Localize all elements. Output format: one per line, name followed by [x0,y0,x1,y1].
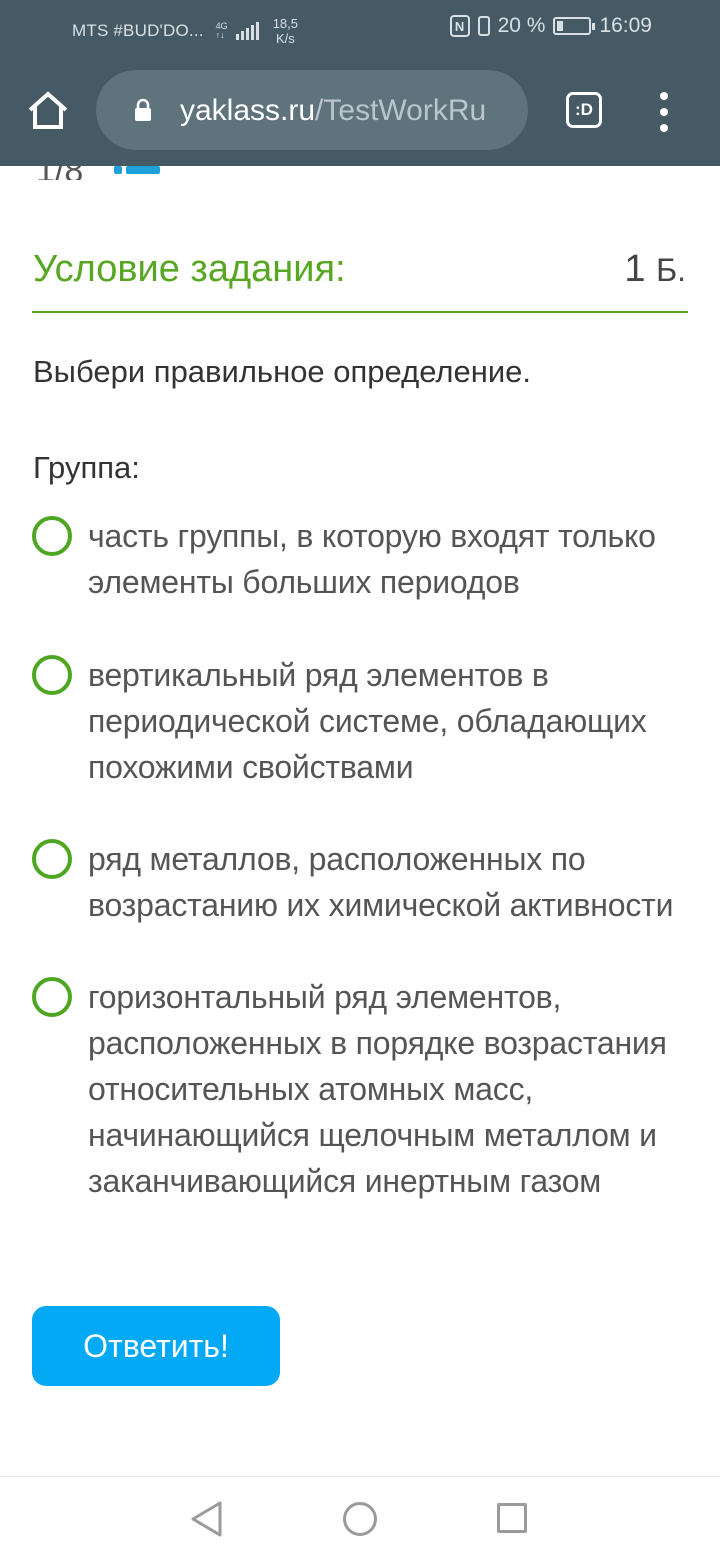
term-label: Группа: [33,450,140,485]
points-unit: Б. [656,252,686,288]
network-arrows-label: ↑↓ [215,30,225,40]
title-divider [32,311,688,313]
points-value: 1 [624,248,646,290]
battery-icon [553,17,596,35]
home-icon [28,91,68,129]
carrier-label: MTS #BUD'DO... [72,21,204,40]
task-progress-counter: 1/8 [36,166,83,180]
radio-button[interactable] [32,516,72,556]
signal-strength-icon [235,22,259,40]
url-domain: yaklass.ru [180,94,316,127]
speed-unit: K/s [275,31,295,46]
home-circle-icon[interactable] [343,1502,377,1536]
question-text: Выбери правильное определение. [33,354,532,389]
task-points: 1 Б. [624,248,686,291]
back-triangle-icon[interactable] [188,1499,224,1539]
home-button[interactable] [24,86,72,134]
network-speed: 18,5 K/s [273,16,298,46]
lock-icon [135,98,151,121]
recent-square-icon[interactable] [497,1503,527,1533]
tab-switcher-button[interactable]: :D [566,92,602,128]
submit-answer-button[interactable]: Ответить! [32,1306,280,1386]
url-path: /TestWorkRu [315,94,487,127]
radio-button[interactable] [32,977,72,1017]
answer-option-text[interactable]: горизонтальный ряд элементов, расположен… [88,974,692,1204]
radio-button[interactable] [32,839,72,879]
status-left: MTS #BUD'DO... 4G ↑↓ 18,5 K/s [72,16,298,46]
status-bar: MTS #BUD'DO... 4G ↑↓ 18,5 K/s N 20 % 16:… [0,0,720,56]
task-condition-title: Условие задания: [33,248,346,290]
battery-percent: 20 % [497,14,546,37]
status-right: N 20 % 16:09 [449,14,652,38]
address-bar[interactable]: yaklass.ru/TestWorkRu [96,70,528,150]
url-text[interactable]: yaklass.ru/TestWorkRu [180,94,510,128]
browser-toolbar: MTS #BUD'DO... 4G ↑↓ 18,5 K/s N 20 % 16:… [0,0,720,166]
network-type-icon: 4G ↑↓ [216,22,228,40]
system-nav-bar [0,1476,720,1560]
answer-option-text[interactable]: вертикальный ряд элементов в периодическ… [88,652,692,790]
radio-button[interactable] [32,655,72,695]
battery-level-fill [557,21,564,31]
more-vert-icon[interactable] [652,92,676,132]
nfc-icon: N [449,15,470,37]
vibrate-icon [477,16,490,36]
answer-option-text[interactable]: часть группы, в которую входят только эл… [88,513,692,605]
task-progress-icon[interactable] [114,166,162,176]
speed-value: 18,5 [272,16,298,31]
answer-option-text[interactable]: ряд металлов, расположенных по возрастан… [88,836,692,928]
clock: 16:09 [599,14,652,37]
